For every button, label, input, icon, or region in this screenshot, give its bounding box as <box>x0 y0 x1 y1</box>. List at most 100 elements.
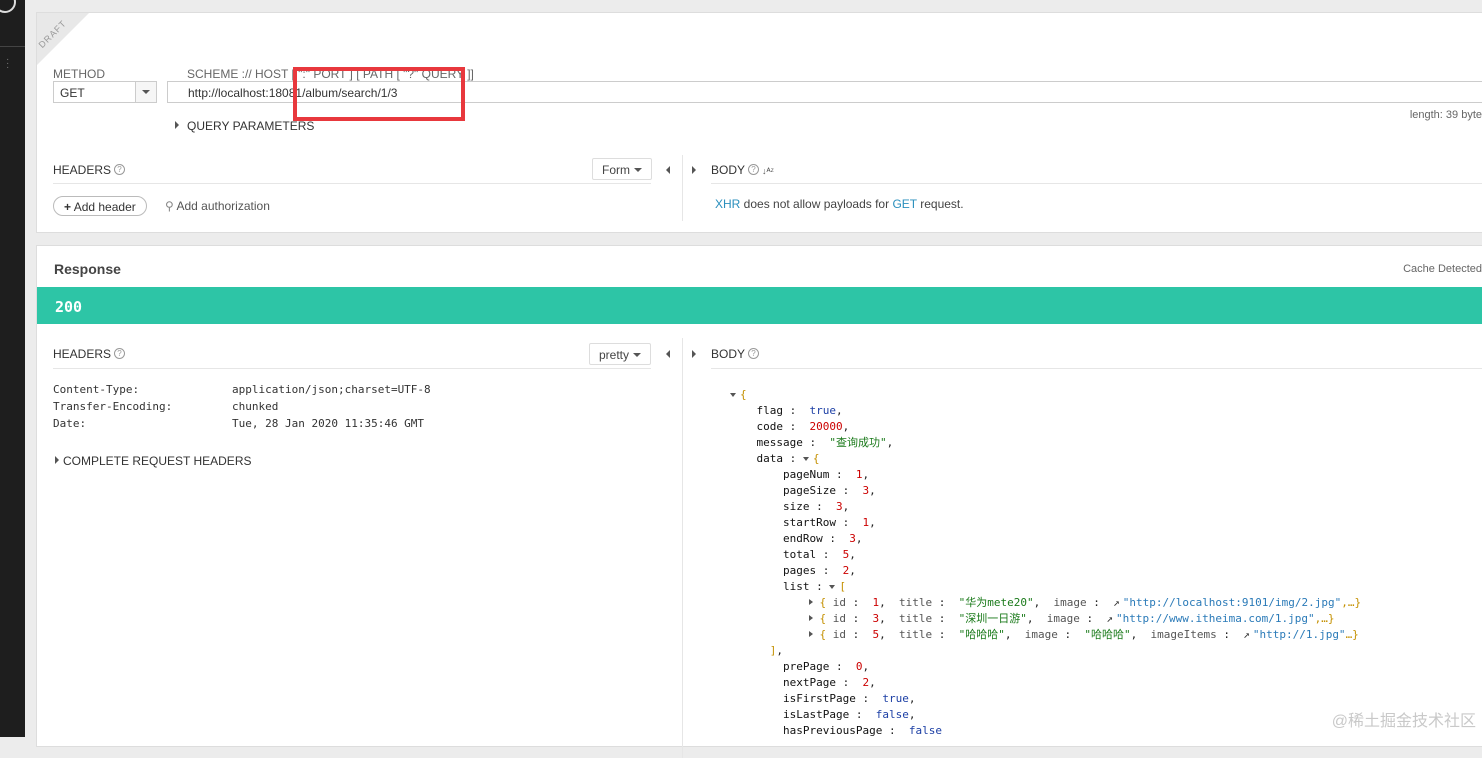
collapse-icon[interactable] <box>730 393 736 397</box>
query-parameters-label: QUERY PARAMETERS <box>187 119 315 133</box>
json-value: 3 <box>872 612 880 625</box>
json-value: 3 <box>849 532 856 545</box>
json-value: 1 <box>862 516 870 529</box>
expand-icon[interactable] <box>809 599 814 605</box>
json-value: 5 <box>872 628 880 641</box>
expand-icon[interactable] <box>809 615 814 621</box>
pretty-dropdown-label: pretty <box>599 348 630 362</box>
caret-right-icon <box>55 456 59 464</box>
column-divider <box>682 338 683 758</box>
help-icon[interactable]: ? <box>748 348 760 359</box>
json-line: nextPage : 2, <box>782 676 876 689</box>
body-note: XHR does not allow payloads for GET requ… <box>715 197 964 211</box>
json-link[interactable]: "http://1.jpg" <box>1253 628 1346 641</box>
json-value: 1 <box>855 468 863 481</box>
json-link[interactable]: "http://www.itheima.com/1.jpg" <box>1116 612 1315 625</box>
json-key: image <box>1046 612 1080 625</box>
json-line: pages : 2, <box>782 564 856 577</box>
get-text: GET <box>892 197 917 211</box>
red-highlight-box <box>293 67 465 121</box>
json-line: hasPreviousPage : false <box>782 724 942 737</box>
status-code: 200 <box>55 298 83 316</box>
chevron-down-icon <box>633 353 642 357</box>
body-label: BODY <box>711 347 746 361</box>
app-logo-icon[interactable] <box>0 0 16 13</box>
json-line: message : "查询成功", <box>756 436 894 449</box>
pretty-dropdown[interactable]: pretty <box>589 343 652 365</box>
add-authorization-button[interactable]: ⚲ Add authorization <box>165 199 270 213</box>
expand-icon[interactable] <box>809 631 814 637</box>
sort-icon[interactable]: ↓ᴬᶻ <box>762 166 774 176</box>
collapse-left-icon[interactable] <box>666 166 670 174</box>
collapse-left-icon[interactable] <box>666 350 670 358</box>
json-key: image <box>1053 596 1087 609</box>
external-link-icon[interactable]: ↗ <box>1113 595 1120 611</box>
request-body-title: BODY? ↓ᴬᶻ <box>711 163 774 177</box>
collapse-icon[interactable] <box>829 585 836 589</box>
external-link-icon[interactable]: ↗ <box>1106 611 1113 627</box>
method-select[interactable]: GET <box>53 81 157 103</box>
header-row: Transfer-Encoding: chunked <box>53 398 431 415</box>
json-value: "哈哈哈" <box>1084 628 1131 641</box>
collapse-icon[interactable] <box>802 457 809 461</box>
json-line: startRow : 1, <box>782 516 876 529</box>
help-icon[interactable]: ? <box>114 348 126 359</box>
complete-request-headers-toggle[interactable]: COMPLETE REQUEST HEADERS <box>55 454 251 468</box>
complete-request-headers-label: COMPLETE REQUEST HEADERS <box>63 454 252 468</box>
request-panel: DRAFT METHOD SCHEME :// HOST [ ":" PORT … <box>36 12 1482 233</box>
json-value: "华为mete20" <box>958 596 1034 609</box>
length-text: length: 39 byte <box>1409 109 1482 121</box>
key-icon: ⚲ <box>165 199 174 213</box>
caret-right-icon <box>175 121 179 129</box>
help-icon[interactable]: ? <box>114 164 126 175</box>
header-value: chunked <box>232 400 279 413</box>
add-authorization-label: Add authorization <box>176 199 270 213</box>
list-item: { id : 1, title : "华为mete20", image : ↗ "… <box>730 596 1361 609</box>
form-dropdown[interactable]: Form <box>592 158 652 180</box>
list-item: { id : 5, title : "哈哈哈", image : "哈哈哈", … <box>730 628 1359 641</box>
response-headers-list: Content-Type: application/json;charset=UT… <box>53 381 431 432</box>
header-value: application/json;charset=UTF-8 <box>232 383 431 396</box>
external-link-icon[interactable]: ↗ <box>1243 627 1250 643</box>
json-value: 0 <box>855 660 863 673</box>
json-value: "查询成功" <box>829 436 887 449</box>
headers-divider <box>53 183 651 184</box>
json-value: 1 <box>872 596 880 609</box>
body-label: BODY <box>711 163 746 177</box>
json-link[interactable]: "http://localhost:9101/img/2.jpg" <box>1123 596 1342 609</box>
json-line: prePage : 0, <box>782 660 870 673</box>
json-viewer: { flag : true, code : 20000, message : "… <box>730 387 1361 739</box>
add-header-button[interactable]: + Add header <box>53 196 147 216</box>
json-value: true <box>882 692 909 705</box>
header-name: Content-Type: <box>53 383 140 396</box>
json-line: flag : true, <box>756 404 843 417</box>
json-key: imageItems <box>1150 628 1217 641</box>
expand-right-icon[interactable] <box>692 166 696 174</box>
json-value: false <box>908 724 942 737</box>
xhr-text: XHR <box>715 197 741 211</box>
list-item: { id : 3, title : "深圳一日游", image : ↗ "htt… <box>730 612 1335 625</box>
headers-divider <box>53 368 651 369</box>
json-tail: …} <box>1345 628 1359 641</box>
json-line: pageSize : 3, <box>782 484 876 497</box>
query-parameters-toggle[interactable]: QUERY PARAMETERS <box>175 119 314 133</box>
header-row: Date: Tue, 28 Jan 2020 11:35:46 GMT <box>53 415 431 432</box>
expand-right-icon[interactable] <box>692 350 696 358</box>
header-value: Tue, 28 Jan 2020 11:35:46 GMT <box>232 417 425 430</box>
watermark: @稀土掘金技术社区 <box>1331 713 1476 730</box>
json-line: list : [ <box>782 580 846 593</box>
column-divider <box>682 155 683 221</box>
chevron-down-icon[interactable] <box>135 82 156 102</box>
sidebar-divider <box>0 46 25 47</box>
help-icon[interactable]: ? <box>748 164 760 175</box>
chevron-down-icon <box>634 168 642 172</box>
form-dropdown-label: Form <box>602 163 630 177</box>
json-line: pageNum : 1, <box>782 468 870 481</box>
more-icon[interactable]: · · · <box>6 55 9 73</box>
response-body-title: BODY? <box>711 347 760 361</box>
body-note-end: request. <box>916 197 964 211</box>
json-line: endRow : 3, <box>782 532 863 545</box>
json-value: true <box>809 404 837 417</box>
json-value: 2 <box>842 564 850 577</box>
response-headers-title: HEADERS? <box>53 347 126 361</box>
